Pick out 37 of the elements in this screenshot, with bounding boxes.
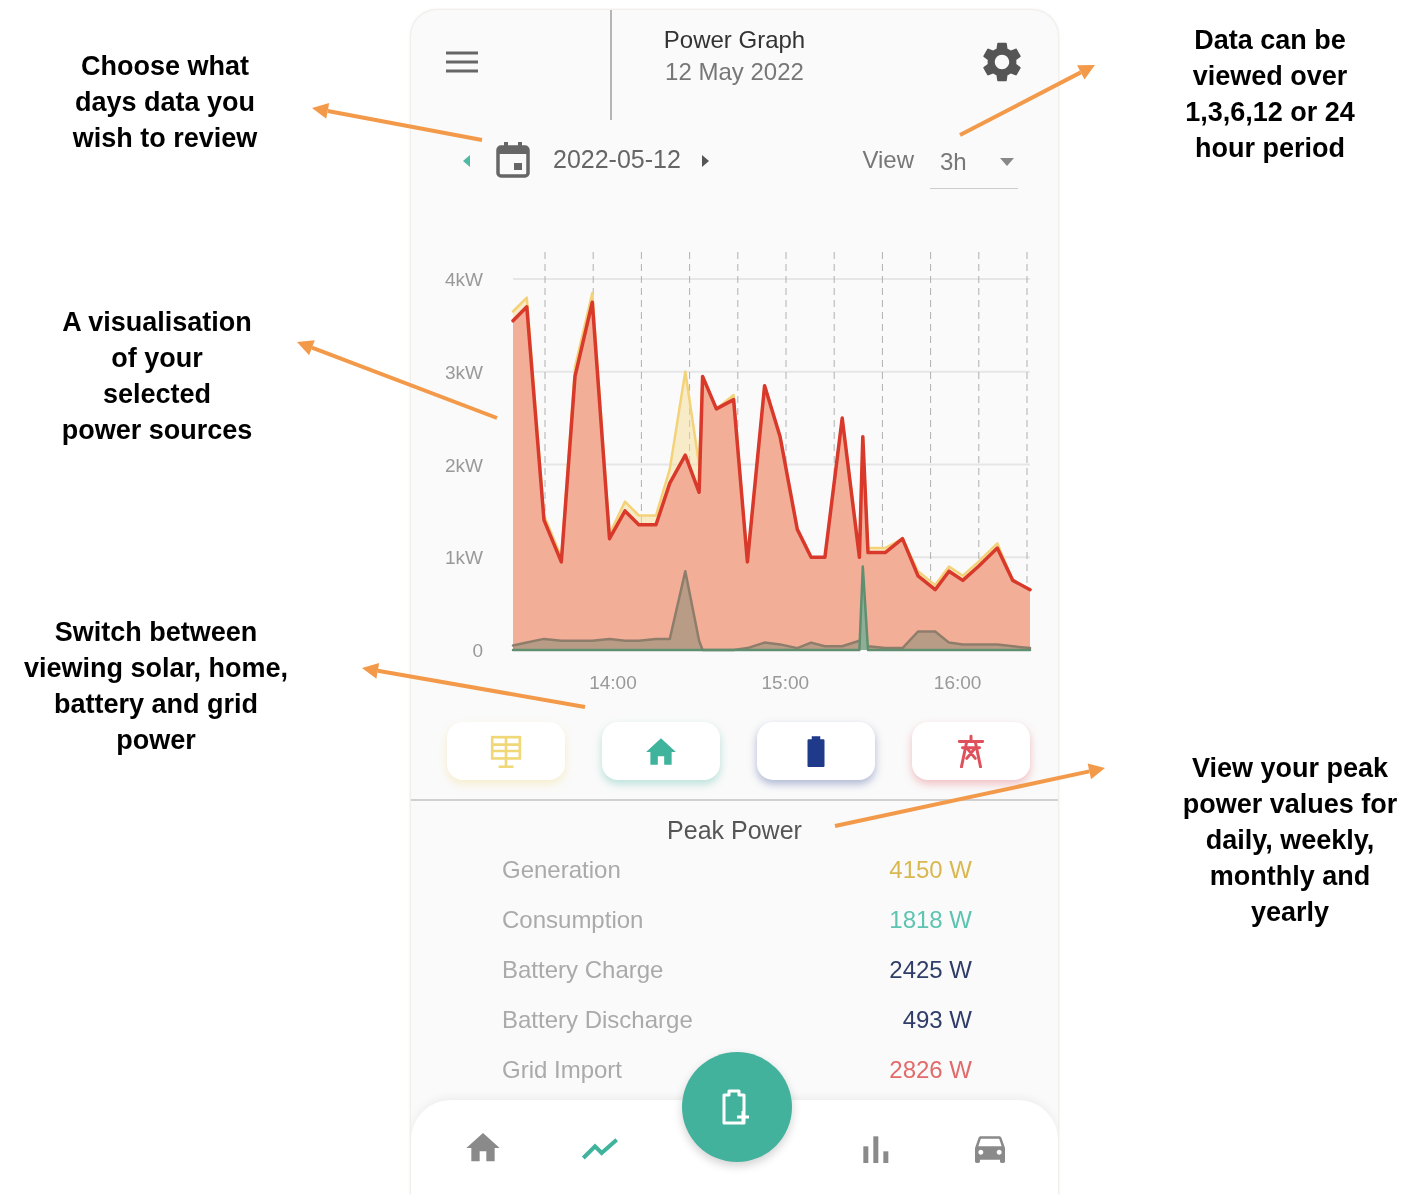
annotation-text: Data can be viewed over 1,3,6,12 or 24 hour period [1185, 24, 1355, 165]
metric-value: 4150 W [889, 855, 972, 885]
metric-label: Consumption [502, 905, 644, 935]
x-axis-label: 14:00 [589, 672, 637, 693]
battery-add-button[interactable] [682, 1052, 792, 1162]
metric-value: 2425 W [889, 955, 972, 985]
y-axis-label: 4kW [445, 269, 483, 290]
y-axis-label: 0 [472, 640, 483, 661]
annotation-text: View your peak power values for daily, weekly, monthly and yearly [1182, 752, 1398, 929]
metric-label: Battery Charge [502, 955, 664, 985]
caret-icon [1000, 157, 1014, 166]
screen-date: 12 May 2022 [665, 57, 804, 87]
period-dropdown[interactable]: 3h [930, 143, 1018, 189]
annotation-text: A visualisation of your selected power sources [61, 306, 253, 447]
annotation-text: Switch between viewing solar, home, battery and grid power [23, 616, 289, 757]
x-axis-label: 16:00 [933, 672, 982, 693]
home-source-button[interactable] [602, 722, 720, 780]
metric-label: Battery Discharge [502, 1005, 693, 1035]
screen-title: Power Graph [663, 25, 806, 55]
battery-source-button[interactable] [757, 722, 875, 780]
grid-source-button[interactable] [912, 722, 1030, 780]
settings-button[interactable] [982, 42, 1022, 82]
y-axis-label: 1kW [445, 547, 483, 569]
y-axis-label: 3kW [445, 361, 483, 383]
view-label: View [862, 145, 914, 175]
metric-value: 1818 W [889, 905, 972, 935]
calendar-button[interactable] [495, 141, 531, 179]
metric-value: 493 W [902, 1005, 972, 1035]
x-axis-label: 15:00 [761, 672, 810, 693]
date-value[interactable]: 2022-05-12 [553, 141, 681, 179]
y-axis-label: 2kW [445, 454, 483, 476]
menu-button[interactable] [445, 49, 479, 75]
metric-label: Generation [502, 855, 621, 885]
metric-label: Grid Import [502, 1055, 623, 1085]
metric-value: 2826 W [889, 1055, 972, 1085]
annotation-text: Choose what days data you wish to review [72, 50, 258, 155]
section-title: Peak Power [666, 815, 803, 845]
